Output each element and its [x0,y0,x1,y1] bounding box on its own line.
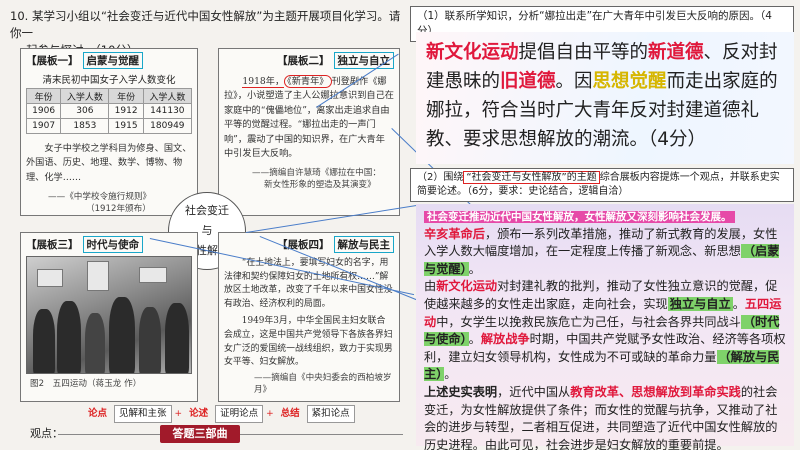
table-row: 1906 306 1912 141130 [25,103,193,119]
table-header: 入学人数 [142,88,193,104]
method-step-reasoning: 论述 [189,408,209,419]
table-cell: 1853 [60,118,110,134]
answer-1-awakening: 思想觉醒 [592,71,667,92]
photo-caption: 图2 五四运动（蒋玉龙 作） [30,379,142,389]
answer-1-text: 提倡自由平等的 [518,42,649,63]
table-header: 入学人数 [60,88,110,104]
question-prompt-line1: 某学习小组以“社会变迁与近代中国女性解放”为主题开展项目化学习。请你一 [10,9,401,40]
panel-4-label: 【展板四】 [277,239,330,251]
panel-3-title: 【展板三】 时代与使命 [26,236,192,253]
plus-icon: + [266,409,274,419]
panel-2-tag: 独立与自立 [333,52,394,69]
answer-2-text: 。 [732,296,745,311]
method-step-summary-desc: 紧扣论点 [306,405,355,423]
answer-method-bar: 论点 见解和主张 + 论述 证明论点 + 总结 紧扣论点 [84,405,355,423]
table-header: 年份 [25,88,62,104]
panel-1-label: 【展板一】 [26,55,79,67]
answer-1-text: 。因 [555,71,593,92]
question-2-prefix: （2）围绕 [417,172,464,183]
answer-2-liberation-war: 解放战争 [480,332,530,347]
answer-2-text: 。 [468,261,481,276]
viewpoint-label: 观点： [30,427,63,440]
panel-4-cite: ——摘编自《中央妇委会的西柏坡岁月》 [254,372,392,395]
answer-1: 新文化运动提倡自由平等的新道德、反对封建愚昧的旧道德。因思想觉醒而走出家庭的娜拉… [416,32,794,164]
table-cell: 1907 [25,118,62,134]
answer-2-xinhai: 辛亥革命后 [424,226,485,241]
table-cell: 1906 [25,103,62,119]
center-line1: 社会变迁 [185,204,229,217]
answer-2-conclusion-lead: 上述史实表明 [424,384,498,399]
answer-2-key-phrase: 教育改革、思想解放到革命实践 [570,384,741,399]
panel-2-year: 1918年， [242,76,285,88]
table-header-row: 年份 入学人数 年份 入学人数 [25,88,193,104]
panel-1-cite1: ——《中学校令施行规则》 [48,192,152,203]
panel-2-journal: 《新青年》 [284,75,332,88]
panel-3-label: 【展板三】 [26,239,79,251]
question-number: 10. [10,9,29,23]
question-2-theme: “社会变迁与女性解放”的主题 [463,171,600,184]
center-line2: 与 [201,224,213,237]
answer-1-old-morality: 旧道德 [500,71,556,92]
table-row: 1907 1853 1915 180949 [25,118,193,134]
table-cell: 141130 [142,103,193,119]
table-cell: 180949 [142,118,193,134]
panel-4-text2: 1949年3月，中华全国民主妇女联合会成立，这是中国共产党领导下各族各界妇女广泛… [224,316,393,368]
method-step-argument-desc: 见解和主张 [114,405,172,423]
panel-1: 【展板一】 启蒙与觉醒 清末民初中国女子入学人数变化 年份 入学人数 年份 入学… [20,48,198,216]
panel-2: 【展板二】 独立与自立 1918年， 《新青年》 刊登剧作《娜拉》，小说塑造了主人公… [218,48,400,216]
panel-2-label: 【展板二】 [277,55,330,67]
panel-3-tag: 时代与使命 [82,236,143,253]
panel-4-title: 【展板四】 解放与民主 [224,236,394,253]
panel-2-title: 【展板二】 独立与自立 [224,52,394,69]
answer-2-thesis: 社会变迁推动近代中国女性解放，女性解放又深刻影响社会发展。 [424,211,735,223]
panel-1-tag: 启蒙与觉醒 [82,52,143,69]
answer-2: 社会变迁推动近代中国女性解放，女性解放又深刻影响社会发展。 辛亥革命后，颁布一系… [416,204,794,450]
answer-2-tag: 独立与自立 [667,296,733,311]
may-fourth-photo [26,256,192,374]
table-cell: 1912 [108,103,144,119]
table-title: 清末民初中国女子入学人数变化 [42,75,176,86]
panel-1-cite2: （1912年颁布） [86,204,151,215]
answer-2-text: 由 [424,279,437,294]
panel-1-text: 女子中学校之学科目为修身、国文、外国语、历史、地理、数学、博物、物理、化学…… [26,143,192,183]
table-cell: 306 [60,103,110,119]
method-step-summary: 总结 [280,408,300,419]
answer-1-new-culture: 新文化运动 [426,42,519,63]
answer-2-text: 。 [444,367,457,382]
question-2: （2）围绕 “社会变迁与女性解放”的主题 综合展板内容提炼一个观点，并联系史实简要论… [410,168,794,202]
table-cell: 1915 [108,118,144,134]
answer-method-button[interactable]: 答题三部曲 [160,425,240,443]
panel-3: 【展板三】 时代与使命 图2 五四运动（蒋玉龙 作） [20,232,198,402]
answer-2-text: 中，女学生以挽救民族危亡为己任，与社会各界共同战斗 [436,314,741,329]
panel-2-body: 刊登剧作《娜拉》，小说塑造了主人公娜拉意识到自己在家庭中的“傀儡地位”，离家出走… [224,76,394,160]
plus-icon: + [174,409,183,419]
answer-2-text: ，近代中国从 [497,384,571,399]
answer-1-new-morality: 新道德 [648,42,704,63]
enrollment-table: 年份 入学人数 年份 入学人数 1906 306 1912 141130 190… [25,88,193,134]
answer-2-new-culture: 新文化运动 [436,279,498,294]
panel-2-cite1: ——摘编自许慧琦《娜拉在中国： [252,168,381,179]
panel-2-text: 1918年， 《新青年》 刊登剧作《娜拉》，小说塑造了主人公娜拉意识到自己在家庭中的… [224,75,394,161]
panel-4-tag: 解放与民主 [333,236,394,253]
method-step-reasoning-desc: 证明论点 [215,405,264,423]
table-header: 年份 [108,88,144,104]
panel-2-cite2: 新女性形象的塑造及其演变》 [264,180,376,191]
panel-1-title: 【展板一】 启蒙与觉醒 [26,52,192,69]
method-step-argument: 论点 [88,408,108,419]
answer-2-text: 。 [468,332,481,347]
